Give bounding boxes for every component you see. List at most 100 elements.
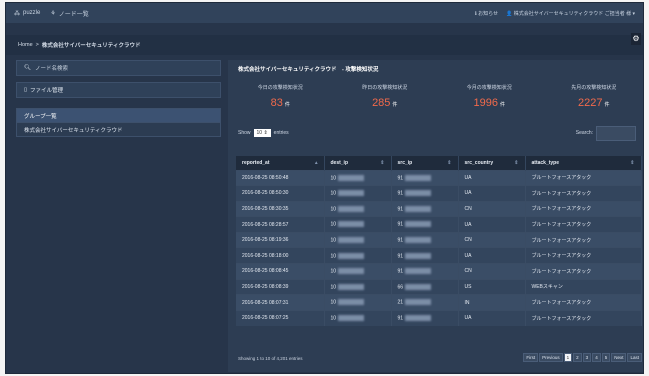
- nav-node-list-label: ノード一覧: [58, 11, 89, 18]
- cell-dest-ip: 10: [324, 294, 392, 311]
- table-row[interactable]: 2016-08-25 08:08:39 10 66 US WEBスキャン: [236, 278, 642, 295]
- cell-value: 2016-08-25 08:50:48: [242, 174, 289, 181]
- user-menu[interactable]: 👤 株式会社サイバーセキュリティクラウド ご担当者 様 ▾: [506, 10, 635, 17]
- node-search-input[interactable]: 🔍︎ ノード名検索: [16, 60, 221, 76]
- page-button-last[interactable]: Last: [627, 353, 642, 362]
- file-icon: ▯: [24, 87, 28, 93]
- notice-link[interactable]: ℹ お知らせ: [475, 10, 498, 17]
- page-button-first[interactable]: First: [523, 353, 539, 362]
- cell-value: UA: [464, 190, 472, 197]
- cell-value: IN: [464, 299, 470, 306]
- table-search-input[interactable]: [596, 125, 636, 141]
- redacted-ip: [338, 252, 365, 259]
- sidebar: 🔍︎ ノード名検索 ▯ ファイル管理 グループ一覧 株式会社サイバーセキュリティ…: [16, 60, 221, 373]
- cell-value: 91: [397, 190, 404, 197]
- cell-value: WEBスキャン: [531, 284, 563, 291]
- table-info: Showing 1 to 10 of 4,201 entries: [238, 356, 303, 361]
- cell-value: ブルートフォースアタック: [531, 315, 592, 322]
- cell-src-country: UA: [458, 169, 526, 186]
- counter-last-month: 先月の攻撃検知状況 2227 件: [542, 84, 644, 126]
- group-list-item[interactable]: 株式会社サイバーセキュリティクラウド: [16, 123, 221, 137]
- table-row[interactable]: 2016-08-25 08:50:48 10 91 UA ブルートフォースアタック: [236, 169, 642, 186]
- cell-src-country: US: [458, 278, 526, 295]
- column-header-dest-ip[interactable]: dest_ip ⇕: [324, 156, 392, 170]
- cell-reported-at: 2016-08-25 08:07:25: [236, 309, 325, 326]
- cell-attack-type: ブルートフォースアタック: [525, 169, 642, 186]
- cell-value: 2016-08-25 08:07:31: [242, 299, 289, 306]
- table-row[interactable]: 2016-08-25 08:18:00 10 91 UA ブルートフォースアタック: [236, 247, 642, 264]
- cell-attack-type: ブルートフォースアタック: [525, 247, 642, 264]
- table-row[interactable]: 2016-08-25 08:07:25 10 91 UA ブルートフォースアタック: [236, 309, 642, 326]
- counter-unit: 件: [604, 102, 610, 108]
- cell-reported-at: 2016-08-25 08:18:00: [236, 247, 325, 264]
- column-header-label: dest_ip: [330, 159, 349, 166]
- sort-icon: ⇕: [630, 159, 635, 166]
- user-label: 株式会社サイバーセキュリティクラウド ご担当者 様: [513, 10, 632, 17]
- cell-reported-at: 2016-08-25 08:08:45: [236, 263, 325, 280]
- column-header-label: reported_at: [242, 159, 270, 166]
- sidebar-item-file-mgmt[interactable]: ▯ ファイル管理: [16, 82, 221, 98]
- cell-src-ip: 91: [391, 216, 459, 233]
- file-mgmt-label: ファイル管理: [30, 88, 64, 94]
- brand-logo[interactable]: ⁂ puzzle: [14, 10, 40, 17]
- cell-src-ip: 21: [391, 294, 459, 311]
- sort-icon: ⇕: [514, 159, 519, 166]
- cell-src-ip: 91: [391, 263, 459, 280]
- table-row[interactable]: 2016-08-25 08:07:31 10 21 IN ブルートフォースアタック: [236, 294, 642, 311]
- nav-node-list[interactable]: ⚘ ノード一覧: [50, 9, 88, 18]
- table-row[interactable]: 2016-08-25 08:28:57 10 91 UA ブルートフォースアタック: [236, 216, 642, 233]
- cell-value: UA: [464, 221, 472, 228]
- page-button-previous[interactable]: Previous: [539, 353, 563, 362]
- column-header-reported-at[interactable]: reported_at ▴: [236, 156, 325, 170]
- page-button-2[interactable]: 2: [573, 353, 582, 362]
- redacted-ip: [405, 237, 432, 243]
- breadcrumb-home[interactable]: Home: [18, 42, 33, 48]
- cell-dest-ip: 10: [324, 309, 392, 326]
- cell-value: 91: [397, 174, 404, 181]
- page-button-5[interactable]: 5: [601, 353, 611, 362]
- redacted-ip: [405, 190, 432, 197]
- main-panel: 株式会社サイバーセキュリティクラウド - 攻撃検知状況 今日の攻撃検知状況 83…: [228, 60, 644, 372]
- counter-yesterday-label: 昨日の攻撃検知状況: [362, 85, 408, 91]
- cell-src-country: IN: [458, 294, 526, 311]
- cell-value: UA: [464, 315, 472, 322]
- table-header: reported_at ▴ dest_ip ⇕ src_ip ⇕ src_country ⇕ a…: [236, 156, 642, 170]
- cell-dest-ip: 10: [324, 169, 392, 186]
- entries-select[interactable]: 10 ⇕: [253, 129, 271, 137]
- counter-unit: 件: [284, 102, 290, 108]
- cell-src-country: UA: [458, 185, 526, 202]
- cell-reported-at: 2016-08-25 08:19:36: [236, 231, 325, 248]
- table-row[interactable]: 2016-08-25 08:50:30 10 91 UA ブルートフォースアタック: [236, 185, 642, 202]
- sitemap-icon: ⚘: [50, 10, 56, 17]
- entries-label: entries: [273, 130, 289, 136]
- cell-value: ブルートフォースアタック: [531, 206, 592, 213]
- redacted-ip: [405, 252, 432, 259]
- cell-attack-type: ブルートフォースアタック: [525, 294, 642, 311]
- breadcrumb-current: 株式会社サイバーセキュリティクラウド: [41, 43, 141, 49]
- column-header-src-country[interactable]: src_country ⇕: [458, 156, 526, 170]
- counter-today: 今日の攻撃検知状況 83 件: [228, 84, 333, 126]
- table-row[interactable]: 2016-08-25 08:19:36 10 91 CN ブルートフォースアタック: [236, 231, 642, 248]
- redacted-ip: [338, 315, 365, 322]
- cell-value: US: [464, 283, 472, 290]
- page-button-next[interactable]: Next: [611, 353, 627, 362]
- page-button-4[interactable]: 4: [592, 353, 601, 362]
- gear-icon[interactable]: ⚙: [631, 33, 641, 45]
- column-header-attack-type[interactable]: attack_type ⇕: [525, 156, 642, 170]
- redacted-ip: [338, 268, 365, 275]
- table-row[interactable]: 2016-08-25 08:08:45 10 91 CN ブルートフォースアタック: [236, 263, 642, 280]
- sort-icon: ⇕: [380, 159, 385, 166]
- cell-src-country: UA: [458, 309, 526, 326]
- cell-src-ip: 91: [391, 185, 459, 202]
- column-header-src-ip[interactable]: src_ip ⇕: [391, 156, 459, 170]
- cell-reported-at: 2016-08-25 08:08:39: [236, 278, 325, 295]
- counter-unit: 件: [499, 102, 505, 108]
- redacted-ip: [405, 268, 432, 275]
- page-button-3[interactable]: 3: [582, 353, 592, 362]
- cell-value: ブルートフォースアタック: [531, 190, 592, 197]
- counter-yesterday-value: 285: [372, 97, 391, 109]
- cell-value: 91: [397, 237, 404, 244]
- table-row[interactable]: 2016-08-25 08:30:35 10 91 CN ブルートフォースアタック: [236, 200, 642, 217]
- redacted-ip: [338, 299, 365, 306]
- page-button-1[interactable]: 1: [563, 353, 573, 362]
